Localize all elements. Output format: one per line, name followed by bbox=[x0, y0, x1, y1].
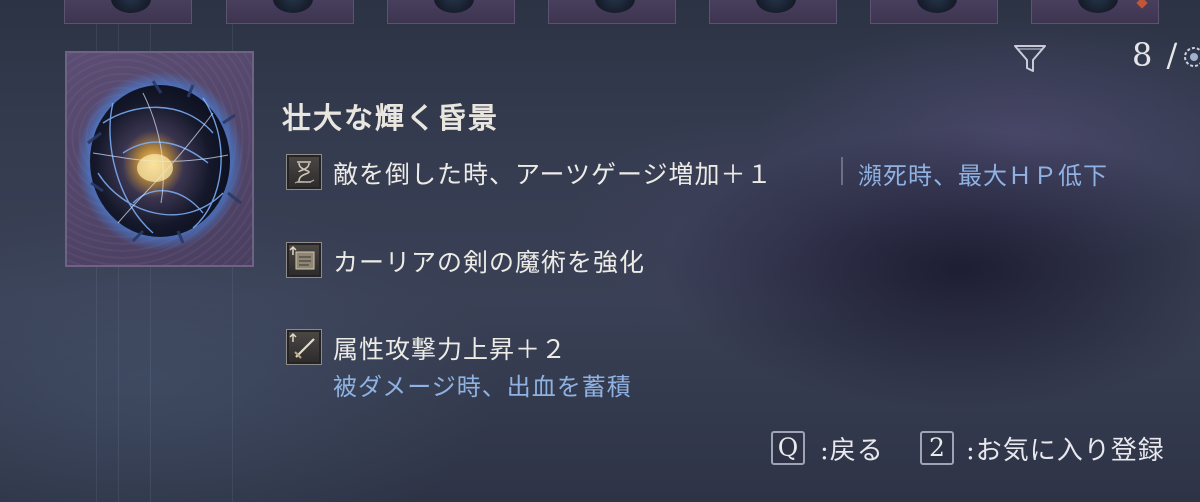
effect-curse-1: 瀕死時、最大ＨＰ低下 bbox=[858, 162, 1108, 190]
relic-name: 壮大な輝く昏景 bbox=[282, 101, 500, 135]
effect-icon-2 bbox=[286, 242, 322, 278]
relic-thumbnail bbox=[434, 0, 474, 13]
relic-slot[interactable] bbox=[709, 0, 837, 24]
relic-slot[interactable] bbox=[64, 0, 192, 24]
effect-icon-1 bbox=[286, 154, 322, 190]
effect-text-3: 属性攻撃力上昇＋２ bbox=[333, 335, 568, 364]
sword-icon bbox=[289, 332, 315, 359]
back-key-icon[interactable]: Q bbox=[771, 431, 805, 465]
effect-text-2: カーリアの剣の魔術を強化 bbox=[333, 248, 646, 277]
relic-slot-row bbox=[0, 0, 1200, 26]
relic-orb-icon bbox=[76, 71, 244, 251]
relic-image-frame bbox=[65, 51, 254, 267]
effect-divider bbox=[841, 157, 843, 185]
back-button-label[interactable]: :戻る bbox=[820, 430, 884, 467]
favorite-button-label[interactable]: :お気に入り登録 bbox=[966, 430, 1165, 467]
effect-curse-3: 被ダメージ時、出血を蓄積 bbox=[333, 373, 632, 401]
relic-thumbnail bbox=[273, 0, 313, 13]
relic-thumbnail bbox=[756, 0, 796, 13]
ornament-icon bbox=[1184, 47, 1200, 67]
relic-thumbnail bbox=[111, 0, 151, 13]
relic-thumbnail bbox=[1078, 0, 1118, 13]
relic-detail-screen: 8 / 壮大な輝く昏景 敵を倒した時、アーツゲージ増加＋１ 瀕死時、最大ＨＰ低下… bbox=[0, 0, 1200, 502]
relic-slot[interactable] bbox=[387, 0, 515, 24]
relic-slot[interactable] bbox=[226, 0, 354, 24]
effect-text-1: 敵を倒した時、アーツゲージ増加＋１ bbox=[333, 160, 773, 189]
relic-slot[interactable] bbox=[548, 0, 676, 24]
effect-icon-3 bbox=[286, 329, 322, 365]
relic-thumbnail bbox=[595, 0, 635, 13]
relic-slot[interactable] bbox=[870, 0, 998, 24]
hourglass-icon bbox=[294, 161, 315, 184]
relic-thumbnail bbox=[917, 0, 957, 13]
inventory-count: 8 / bbox=[1132, 36, 1180, 74]
filter-icon[interactable] bbox=[1012, 40, 1048, 76]
slot-marker-icon bbox=[1136, 0, 1148, 9]
relic-slot[interactable] bbox=[1031, 0, 1159, 24]
scroll-icon bbox=[289, 245, 315, 270]
favorite-key-icon[interactable]: 2 bbox=[920, 431, 954, 465]
